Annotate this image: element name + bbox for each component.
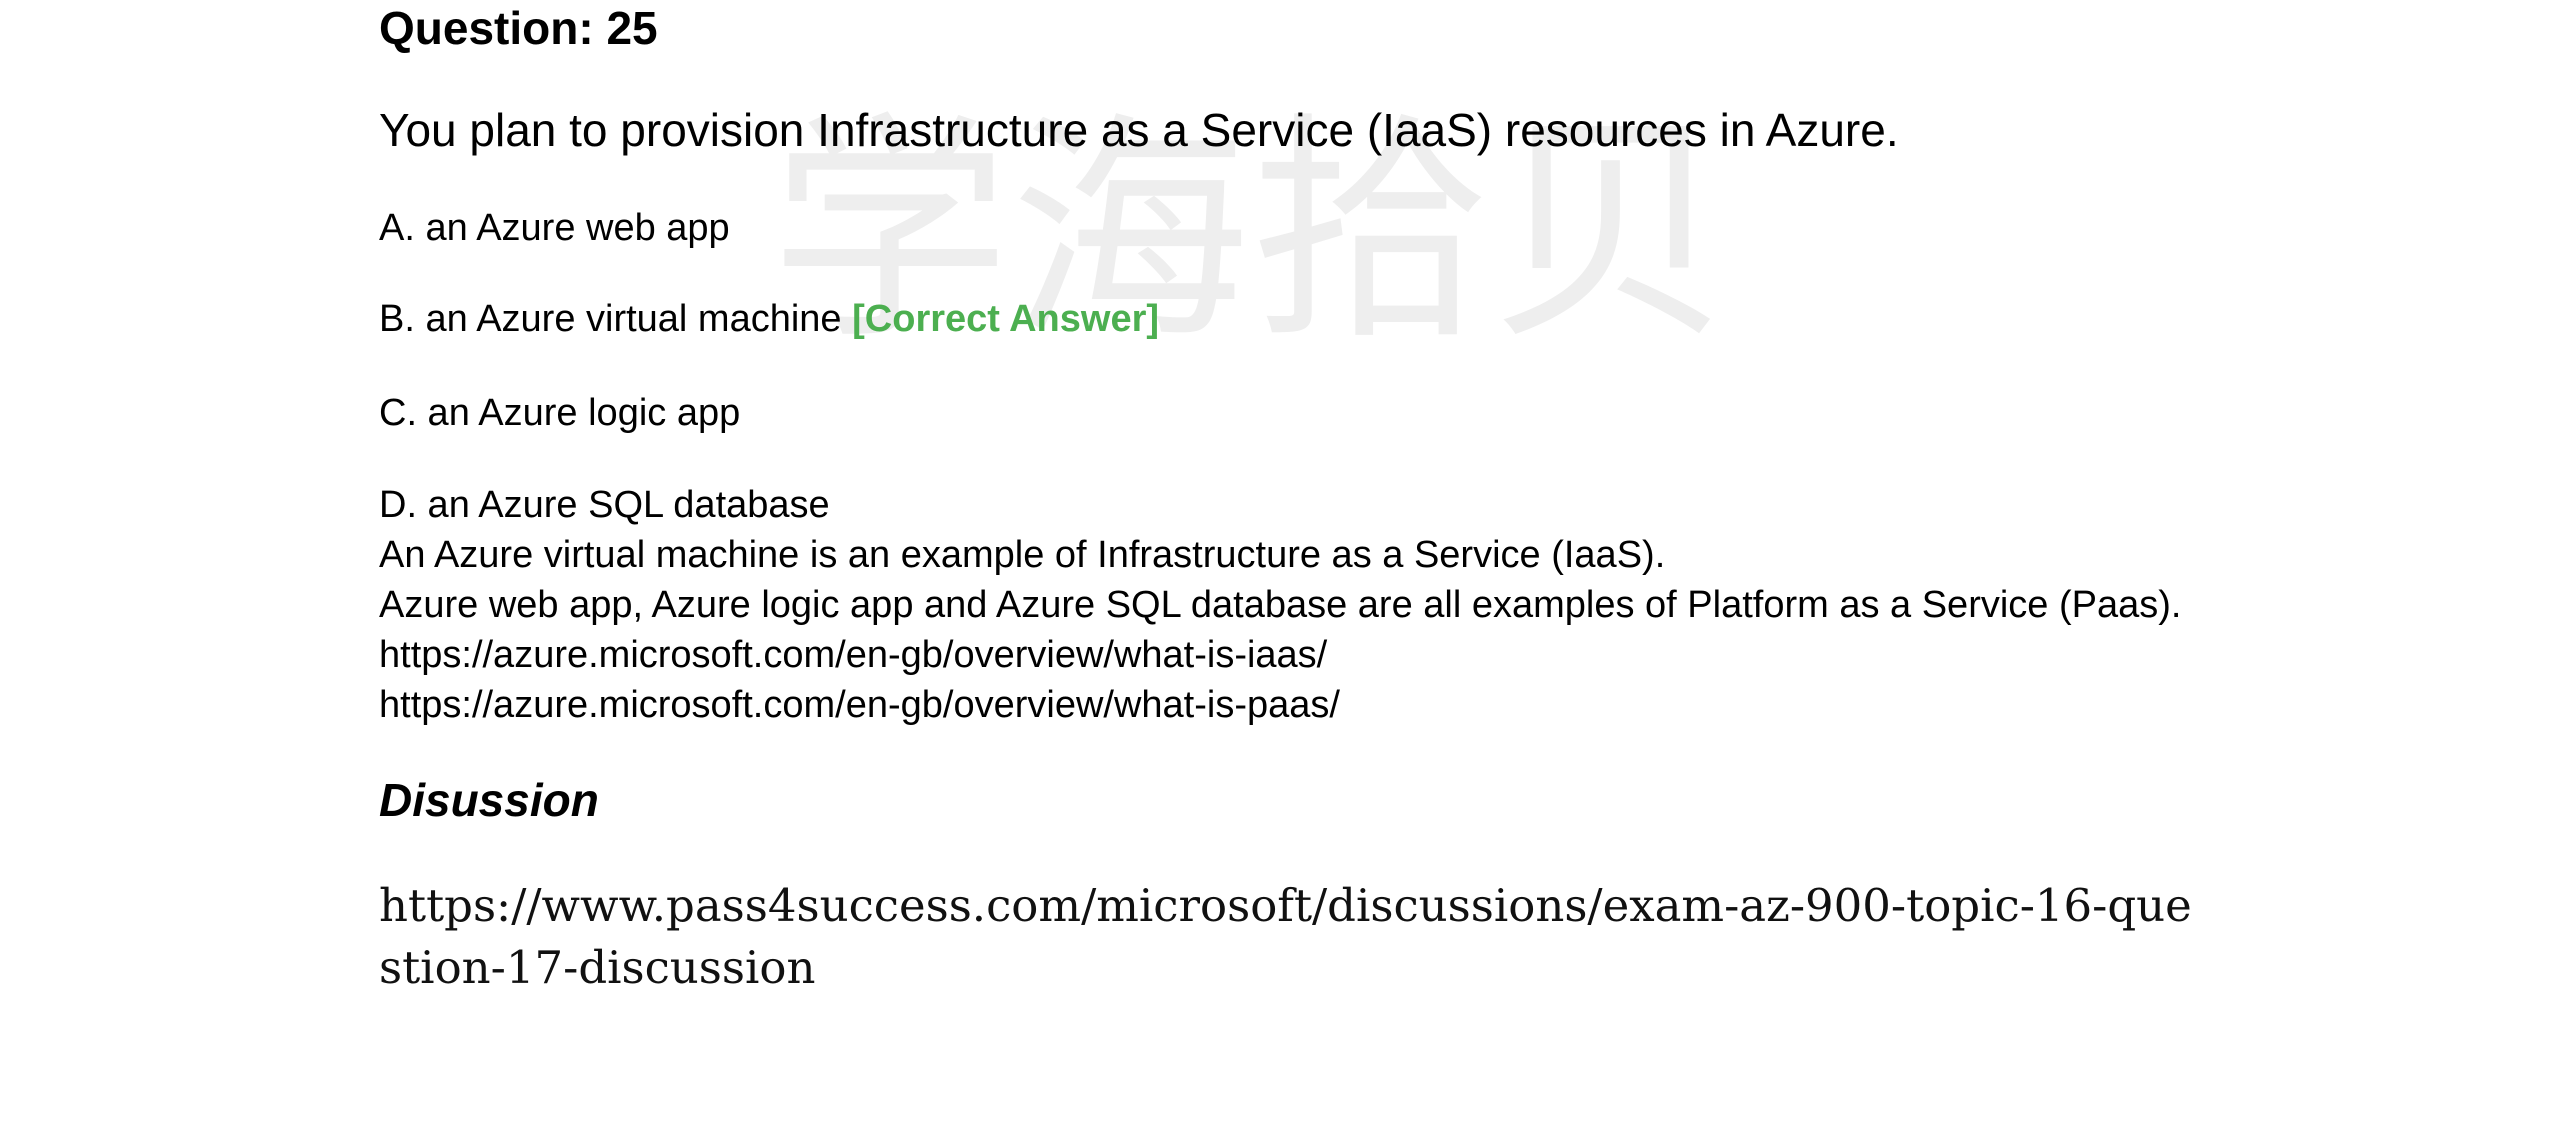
option-c: C. an Azure logic app [379, 390, 740, 436]
option-a: A. an Azure web app [379, 205, 730, 251]
option-c-text: C. an Azure logic app [379, 392, 741, 434]
explanation-line: Azure web app, Azure logic app and Azure… [379, 584, 2182, 626]
question-title: Question: 25 [379, 2, 658, 54]
discussion-heading: Disussion [379, 774, 599, 826]
reference-link-paas[interactable]: https://azure.microsoft.com/en-gb/overvi… [379, 680, 2181, 730]
option-d-text: D. an Azure SQL database [379, 484, 830, 526]
reference-link-iaas[interactable]: https://azure.microsoft.com/en-gb/overvi… [379, 630, 2181, 680]
explanation: An Azure virtual machine is an example o… [379, 530, 2181, 730]
option-b-text: B. an Azure virtual machine [379, 298, 842, 340]
question-stem: You plan to provision Infrastructure as … [379, 104, 1899, 156]
explanation-line: An Azure virtual machine is an example o… [379, 534, 1666, 576]
discussion-link[interactable]: https://www.pass4success.com/microsoft/d… [379, 875, 2199, 999]
option-b: B. an Azure virtual machine [Correct Ans… [379, 296, 1159, 342]
correct-answer-badge: [Correct Answer] [852, 298, 1160, 340]
document-page: 学海拾贝 Question: 25 You plan to provision … [0, 0, 2550, 1139]
option-d: D. an Azure SQL database [379, 482, 830, 528]
option-a-text: A. an Azure web app [379, 207, 730, 249]
